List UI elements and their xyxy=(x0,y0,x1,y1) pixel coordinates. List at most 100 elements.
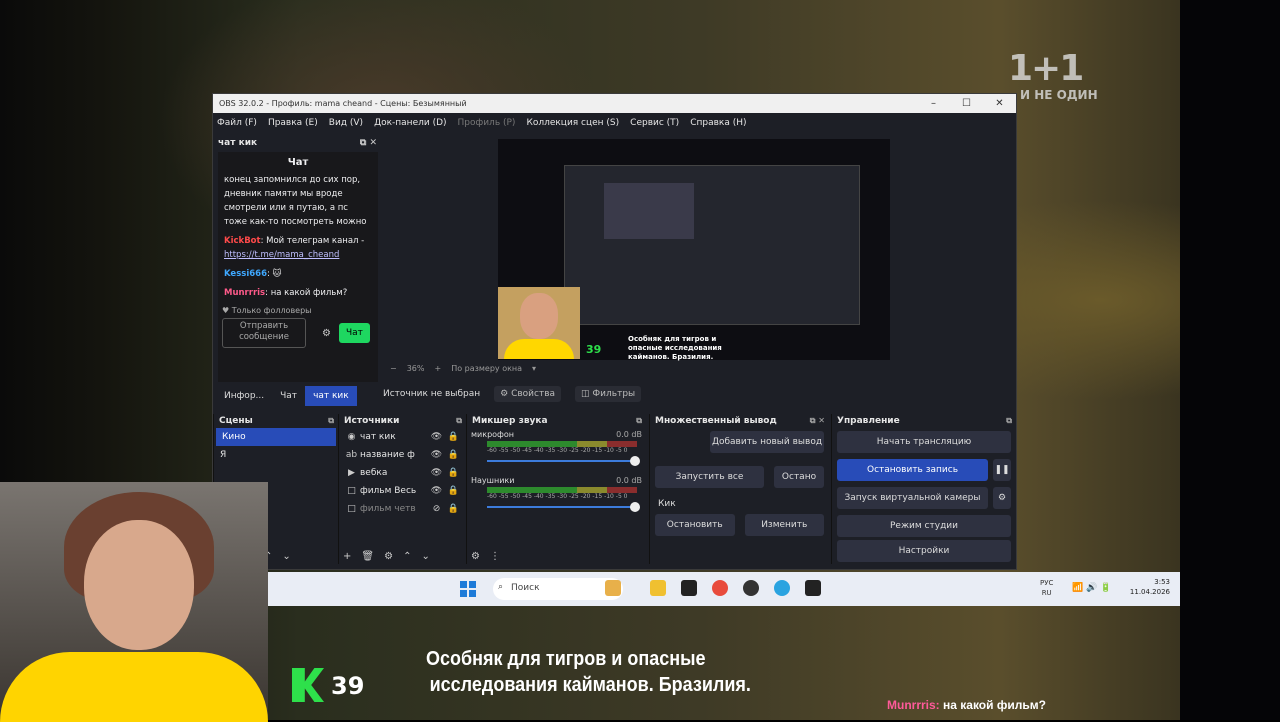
start-stream-button[interactable]: Начать трансляцию xyxy=(837,431,1011,453)
chat-dock-title: чат кик xyxy=(218,138,258,148)
undock-icon[interactable]: ⧉ xyxy=(328,416,334,426)
gear-icon[interactable]: ⚙ xyxy=(471,551,480,562)
taskbar-search[interactable]: ⌕ Поиск xyxy=(493,578,623,600)
lock-icon[interactable]: 🔒 xyxy=(445,468,462,478)
overlay-chat-message: Munrrris: на какой фильм? xyxy=(887,698,1046,712)
close-icon[interactable]: ✕ xyxy=(983,98,1016,109)
volume-slider[interactable] xyxy=(487,502,640,512)
gear-icon[interactable]: ⚙ xyxy=(384,551,393,562)
platform-label: Кик xyxy=(658,499,676,509)
source-item[interactable]: ab название ф 👁 🔒 xyxy=(339,446,466,464)
eye-icon[interactable]: 👁 xyxy=(428,468,445,478)
studio-mode-button[interactable]: Режим студии xyxy=(837,515,1011,537)
zoom-out-icon[interactable]: − xyxy=(390,364,397,373)
channel-db: 0.0 dB xyxy=(616,430,642,439)
tab-chat[interactable]: Чат xyxy=(272,386,305,406)
add-icon[interactable]: + xyxy=(343,551,351,562)
settings-button[interactable]: Настройки xyxy=(837,540,1011,562)
more-icon[interactable]: ⋮ xyxy=(490,551,500,562)
chat-message: Munrrris: на какой фильм? xyxy=(224,288,348,298)
add-output-button[interactable]: Добавить новый вывод xyxy=(710,431,824,453)
source-item[interactable]: ▶ вебка 👁 🔒 xyxy=(339,464,466,482)
tab-kick-chat[interactable]: чат кик xyxy=(305,386,357,406)
tab-info[interactable]: Инфор... xyxy=(216,386,272,406)
widgets-icon[interactable] xyxy=(605,580,621,596)
scene-item[interactable]: Я xyxy=(214,446,338,464)
volume-slider[interactable] xyxy=(487,456,640,466)
trash-icon[interactable]: 🗑 xyxy=(361,551,374,562)
chevron-up-icon[interactable]: ⌃ xyxy=(403,551,411,562)
chevron-down-icon[interactable]: ⌄ xyxy=(282,551,290,562)
eye-icon[interactable]: 👁 xyxy=(428,486,445,496)
channel-db: 0.0 dB xyxy=(616,476,642,485)
chevron-down-icon[interactable]: ⌄ xyxy=(421,551,429,562)
menu-profile[interactable]: Профиль (P) xyxy=(458,118,516,128)
virtual-camera-button[interactable]: Запуск виртуальной камеры xyxy=(837,487,988,509)
chat-nick[interactable]: Kessi666 xyxy=(224,269,267,279)
undock-icon[interactable]: ⧉ xyxy=(456,416,462,426)
eye-icon[interactable]: 👁 xyxy=(428,450,445,460)
minimize-icon[interactable]: – xyxy=(917,98,950,109)
webcam-preview xyxy=(498,287,580,359)
menu-docks[interactable]: Док-панели (D) xyxy=(374,118,446,128)
menu-scene-collection[interactable]: Коллекция сцен (S) xyxy=(526,118,619,128)
lock-icon[interactable]: 🔒 xyxy=(445,504,462,514)
stop-all-button[interactable]: Остано xyxy=(774,466,824,488)
preview-canvas[interactable]: 39 Особняк для тигров и опасные исследов… xyxy=(498,139,890,361)
menu-file[interactable]: Файл (F) xyxy=(217,118,257,128)
menu-view[interactable]: Вид (V) xyxy=(329,118,363,128)
clock[interactable]: 3:53 11.04.2026 xyxy=(1130,577,1170,597)
browser-source-icon: ◉ xyxy=(347,432,356,442)
multi-output-title: Множественный вывод xyxy=(655,416,777,426)
chat-input[interactable]: Отправить сообщение xyxy=(222,318,306,348)
undock-icon[interactable]: ⧉ ✕ xyxy=(360,138,377,148)
obs-menubar: Файл (F) Правка (E) Вид (V) Док-панели (… xyxy=(213,113,1016,133)
chevron-down-icon[interactable]: ▾ xyxy=(532,364,536,373)
menu-tools[interactable]: Сервис (T) xyxy=(630,118,679,128)
menu-edit[interactable]: Правка (E) xyxy=(268,118,318,128)
preview-k-number: 39 xyxy=(586,343,602,356)
store-icon[interactable] xyxy=(681,580,697,596)
source-item[interactable]: □ фильм четв ⊘ 🔒 xyxy=(339,500,466,518)
maximize-icon[interactable]: ☐ xyxy=(950,98,983,109)
edit-output-button[interactable]: Изменить xyxy=(744,514,824,536)
chat-send-button[interactable]: Чат xyxy=(338,323,370,343)
terminal-icon[interactable] xyxy=(805,580,821,596)
pause-icon[interactable]: ❚❚ xyxy=(993,459,1011,481)
lock-icon[interactable]: 🔒 xyxy=(445,450,462,460)
obs-title: OBS 32.0.2 - Профиль: mama cheand - Сцен… xyxy=(219,99,467,108)
eye-hidden-icon[interactable]: ⊘ xyxy=(428,504,445,514)
chrome-icon[interactable] xyxy=(712,580,728,596)
file-explorer-icon[interactable] xyxy=(650,580,666,596)
lock-icon[interactable]: 🔒 xyxy=(445,432,462,442)
gear-icon[interactable]: ⚙ xyxy=(322,328,331,339)
eye-icon[interactable]: 👁 xyxy=(428,432,445,442)
undock-icon[interactable]: ⧉ xyxy=(1006,416,1012,426)
menu-help[interactable]: Справка (H) xyxy=(690,118,746,128)
close-icon[interactable]: ⧉ ✕ xyxy=(810,416,825,426)
windows-start-icon[interactable] xyxy=(460,581,476,597)
lock-icon[interactable]: 🔒 xyxy=(445,486,462,496)
chat-nick[interactable]: Munrrris xyxy=(224,288,265,298)
language-indicator[interactable]: РУС RU xyxy=(1040,578,1053,598)
source-item[interactable]: ◉ чат кик 👁 🔒 xyxy=(339,428,466,446)
obs-icon[interactable] xyxy=(743,580,759,596)
telegram-link[interactable]: https://t.me/mama_cheand xyxy=(224,250,339,260)
preview-caption: Особняк для тигров и опасные исследовани… xyxy=(628,335,722,361)
zoom-in-icon[interactable]: + xyxy=(434,364,441,373)
source-item[interactable]: □ фильм Весь 👁 🔒 xyxy=(339,482,466,500)
viewer-count: 39 xyxy=(331,672,365,700)
gear-icon[interactable]: ⚙ xyxy=(993,487,1011,509)
tray-icons[interactable]: 📶 🔊 🔋 xyxy=(1072,583,1111,593)
chat-nick[interactable]: KickBot xyxy=(224,236,261,246)
telegram-icon[interactable] xyxy=(774,580,790,596)
stop-output-button[interactable]: Остановить xyxy=(655,514,735,536)
start-all-button[interactable]: Запустить все xyxy=(655,466,764,488)
properties-button[interactable]: ⚙ Свойства xyxy=(494,386,562,402)
tv-channel-slogan: И НЕ ОДИН xyxy=(1020,88,1098,102)
zoom-fit-select[interactable]: По размеру окна xyxy=(451,364,522,373)
filters-button[interactable]: ◫ Фильтры xyxy=(575,386,642,402)
scene-item[interactable]: Кино xyxy=(216,428,336,446)
undock-icon[interactable]: ⧉ xyxy=(636,416,642,426)
stop-record-button[interactable]: Остановить запись xyxy=(837,459,988,481)
